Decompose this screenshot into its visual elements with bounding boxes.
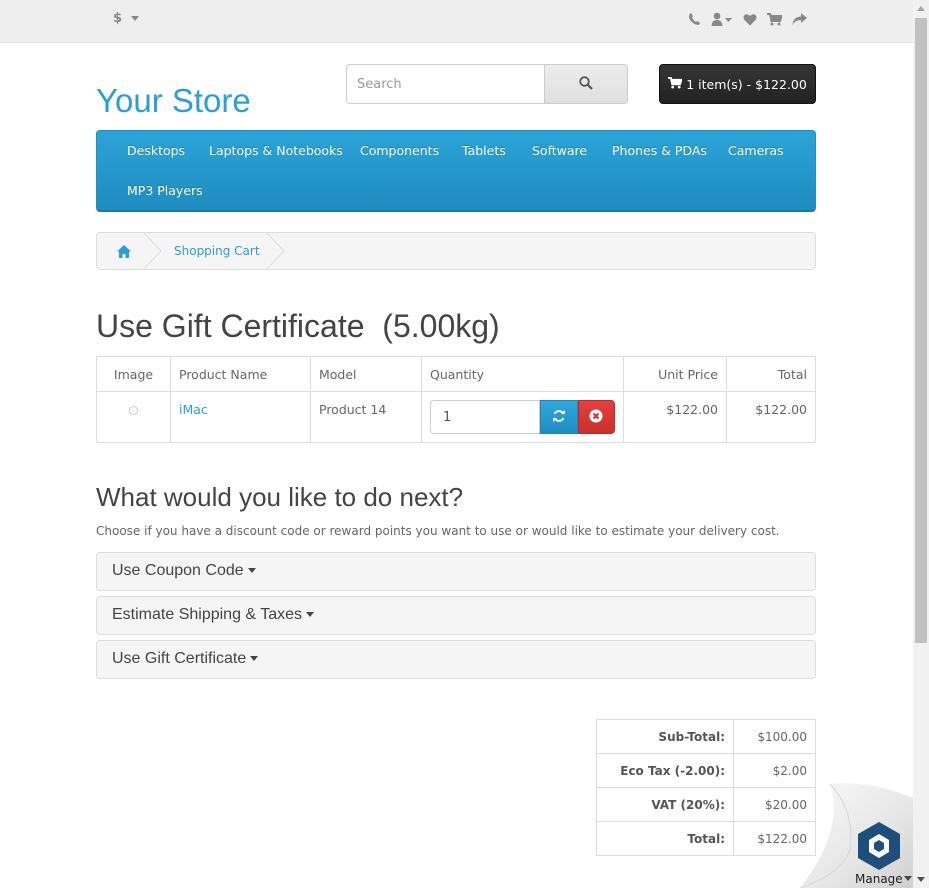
- currency-dropdown[interactable]: $: [113, 11, 139, 26]
- main-menu: Desktops Laptops & Notebooks Components …: [96, 130, 816, 212]
- breadcrumb-separator: [266, 233, 285, 269]
- eco-tax-label: Eco Tax (-2.00):: [596, 753, 734, 788]
- chevron-down-icon: [306, 612, 315, 618]
- totals-row: Sub-Total: $100.00: [596, 719, 816, 754]
- col-unit-price: Unit Price: [623, 356, 727, 392]
- remove-button[interactable]: [577, 400, 615, 434]
- col-total: Total: [726, 356, 816, 392]
- top-links: [678, 11, 807, 27]
- voucher-panel-toggle[interactable]: Use Gift Certificate: [96, 640, 816, 679]
- search-icon: [579, 75, 593, 94]
- cart-icon[interactable]: [767, 11, 783, 27]
- col-quantity: Quantity: [421, 356, 624, 392]
- cart-button-label: 1 item(s) - $122.00: [686, 76, 807, 92]
- vat-label: VAT (20%):: [596, 787, 734, 822]
- quantity-input[interactable]: [430, 400, 540, 434]
- breadcrumb-separator: [143, 233, 162, 269]
- chevron-down-icon: [130, 16, 139, 21]
- manage-label: Manage: [855, 872, 903, 886]
- table-header-row: Image Product Name Model Quantity Unit P…: [96, 356, 816, 392]
- top-bar: $: [0, 0, 913, 43]
- product-link[interactable]: iMac: [179, 402, 208, 417]
- breadcrumb-shopping-cart[interactable]: Shopping Cart: [174, 244, 260, 258]
- scroll-up-icon[interactable]: [917, 6, 925, 11]
- store-logo[interactable]: Your Store: [96, 82, 251, 120]
- col-image: Image: [96, 356, 171, 392]
- menu-item-desktops[interactable]: Desktops: [127, 143, 185, 158]
- product-image[interactable]: [96, 391, 171, 443]
- heart-icon[interactable]: [743, 11, 757, 27]
- menu-item-mp3[interactable]: MP3 Players: [127, 183, 203, 198]
- menu-item-laptops[interactable]: Laptops & Notebooks: [209, 143, 343, 158]
- panel-title: Estimate Shipping & Taxes: [112, 606, 303, 623]
- user-icon[interactable]: [711, 11, 733, 27]
- phone-icon[interactable]: [688, 11, 701, 27]
- page-curl-icon: [799, 783, 913, 889]
- breadcrumb: Shopping Cart: [96, 232, 816, 270]
- menu-item-components[interactable]: Components: [360, 143, 439, 158]
- product-name-cell: iMac: [170, 391, 311, 443]
- scrollbar-thumb[interactable]: [915, 18, 927, 643]
- chevron-down-icon: [250, 656, 259, 662]
- currency-symbol: $: [113, 11, 123, 26]
- menu-item-software[interactable]: Software: [532, 143, 587, 158]
- totals-row: Total: $122.00: [596, 821, 816, 856]
- table-row: iMac Product 14 1 $122.00 $122.00: [96, 391, 816, 443]
- search-input[interactable]: [346, 64, 544, 104]
- scroll-down-icon[interactable]: [917, 877, 925, 882]
- search-button[interactable]: [544, 64, 628, 104]
- quantity-cell: [421, 391, 624, 443]
- unit-price: $122.00: [623, 391, 727, 443]
- totals-row: Eco Tax (-2.00): $2.00: [596, 753, 816, 788]
- menu-item-cameras[interactable]: Cameras: [728, 143, 784, 158]
- page-title: Use Gift Certificate (5.00kg): [96, 308, 500, 344]
- menu-item-tablets[interactable]: Tablets: [462, 143, 506, 158]
- panel-title: Use Gift Certificate: [112, 650, 247, 667]
- subtotal-value: $100.00: [733, 719, 816, 754]
- cart-button[interactable]: 1 item(s) - $122.00: [659, 64, 816, 104]
- col-model: Model: [310, 356, 422, 392]
- cart-icon: [668, 76, 683, 92]
- col-product-name: Product Name: [170, 356, 311, 392]
- refresh-icon: [552, 409, 566, 426]
- section-title: What would you like to do next?: [96, 482, 464, 512]
- coupon-panel-toggle[interactable]: Use Coupon Code: [96, 552, 816, 591]
- menu-item-phones[interactable]: Phones & PDAs: [612, 143, 707, 158]
- product-model: Product 14: [310, 391, 422, 443]
- subtotal-label: Sub-Total:: [596, 719, 734, 754]
- share-icon[interactable]: [792, 11, 807, 27]
- home-icon[interactable]: [117, 243, 131, 262]
- search-bar: [346, 64, 628, 104]
- update-button[interactable]: [540, 400, 578, 434]
- chevron-down-icon: [247, 568, 256, 574]
- totals-table: Sub-Total: $100.00 Eco Tax (-2.00): $2.0…: [596, 719, 816, 856]
- manage-widget[interactable]: Manage: [799, 770, 913, 889]
- section-description: Choose if you have a discount code or re…: [96, 524, 780, 538]
- shipping-panel-toggle[interactable]: Estimate Shipping & Taxes: [96, 596, 816, 635]
- totals-row: VAT (20%): $20.00: [596, 787, 816, 822]
- row-total: $122.00: [726, 391, 816, 443]
- quantity-group: [430, 400, 615, 434]
- remove-circle-icon: [589, 409, 603, 426]
- scrollbar[interactable]: [913, 0, 929, 888]
- panel-title: Use Coupon Code: [112, 562, 244, 579]
- cart-table: Image Product Name Model Quantity Unit P…: [96, 356, 816, 443]
- total-label: Total:: [596, 821, 734, 856]
- image-placeholder-icon: [129, 406, 138, 415]
